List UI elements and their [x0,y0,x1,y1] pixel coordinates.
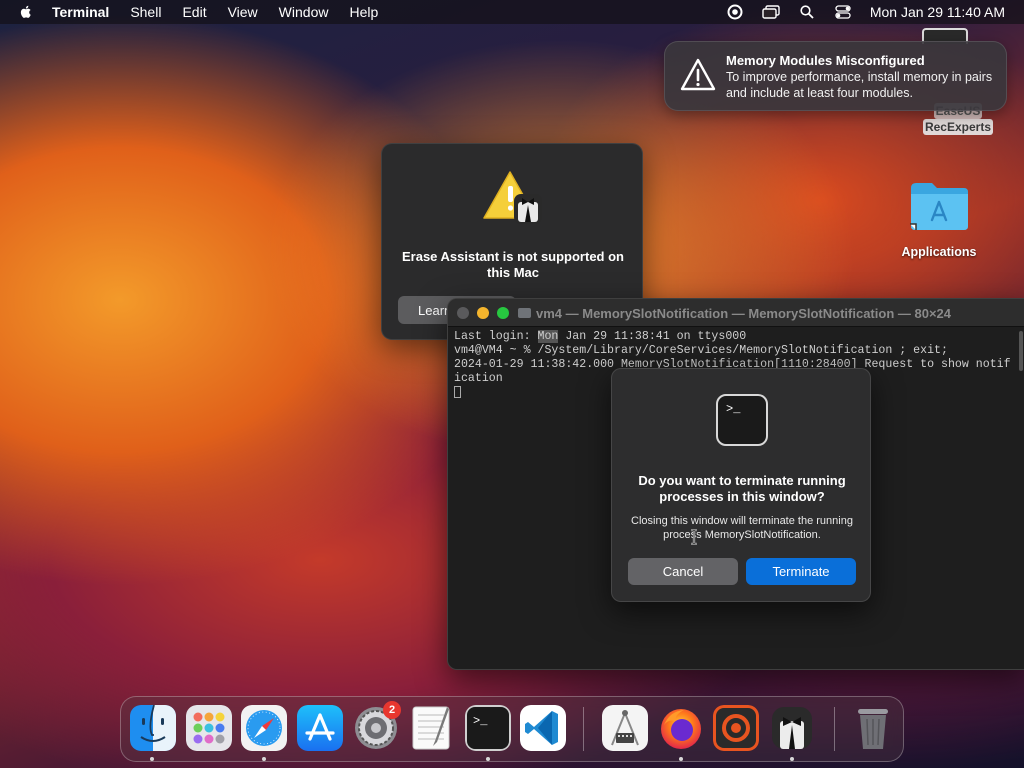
apple-icon[interactable] [18,4,34,20]
dialog-message: Closing this window will terminate the r… [631,515,853,541]
menu-view[interactable]: View [228,4,258,20]
terminal-line-2: vm4@VM4 ~ % /System/Library/CoreServices… [454,344,948,357]
folder-proxy-icon[interactable] [518,308,531,318]
firefox-icon[interactable] [658,705,704,751]
textedit-icon[interactable] [409,705,455,751]
zoom-window-icon[interactable] [497,307,509,319]
terminate-confirmation-dialog: >_ Do you want to terminate running proc… [611,368,871,602]
menu-edit[interactable]: Edit [182,4,206,20]
terminal-app-icon: >_ [716,394,768,446]
menu-help[interactable]: Help [349,4,378,20]
safari-running-indicator [262,757,266,761]
terminal-scrollbar[interactable] [1019,331,1023,371]
status-area: Mon Jan 29 11:40 AM [726,0,1024,24]
menu-bar-clock[interactable]: Mon Jan 29 11:40 AM [870,4,1005,20]
firefox-running-indicator [679,757,683,761]
dock: 2 >_ [120,696,904,762]
launchpad-icon[interactable] [186,705,232,751]
menu-window[interactable]: Window [279,4,329,20]
system-information-icon[interactable] [602,705,648,751]
menu-bar: Terminal Shell Edit View Window Help Mon… [0,0,1024,24]
safari-icon[interactable] [241,705,287,751]
erase-assistant-message: Erase Assistant is not supported on this… [401,249,624,280]
erase-assistant-icon[interactable] [769,705,815,751]
cancel-button[interactable]: Cancel [628,558,738,585]
terminate-button[interactable]: Terminate [746,558,856,585]
terminal-cursor [454,386,461,398]
terminal-window-title: vm4 — MemorySlotNotification — MemorySlo… [536,306,951,321]
warning-icon [680,58,716,91]
menu-app-terminal[interactable]: Terminal [52,4,109,20]
terminal-line-1-suffix: Jan 29 11:38:41 on ttys000 [558,330,747,343]
screen-mirroring-icon[interactable] [762,3,780,21]
finder-running-indicator [150,757,154,761]
notification-body: To improve performance, install memory i… [726,70,993,100]
ibeam-cursor-icon [691,529,697,545]
memory-notification[interactable]: Memory Modules Misconfigured To improve … [664,41,1007,111]
svg-text:>_: >_ [473,714,488,728]
erase-assistant-running-indicator [790,757,794,761]
notification-title: Memory Modules Misconfigured [726,53,925,68]
control-center-icon[interactable] [834,3,852,21]
trash-icon[interactable] [850,705,896,751]
settings-update-badge: 2 [383,701,401,719]
app-store-icon[interactable] [297,705,343,751]
recorder-icon[interactable] [713,705,759,751]
minimize-window-icon[interactable] [477,307,489,319]
terminal-running-indicator [486,757,490,761]
dock-separator [583,707,584,751]
erase-assistant-warning-icon [483,171,542,224]
finder-icon[interactable] [130,705,176,751]
terminal-selection: Mon [537,330,559,343]
terminal-line-1-prefix: Last login: [454,330,538,343]
screen-record-icon[interactable] [726,3,744,21]
terminal-line-4: ication [454,372,503,385]
spotlight-search-icon[interactable] [798,3,816,21]
menu-shell[interactable]: Shell [130,4,161,20]
terminal-icon[interactable]: >_ [465,705,511,751]
applications-folder-label[interactable]: Applications [890,245,988,259]
terminal-titlebar[interactable]: vm4 — MemorySlotNotification — MemorySlo… [448,299,1024,327]
dialog-title: Do you want to terminate running process… [638,473,846,504]
close-window-icon[interactable] [457,307,469,319]
vscode-icon[interactable] [520,705,566,751]
dock-separator-trash [834,707,835,751]
applications-folder-icon[interactable] [908,180,970,232]
